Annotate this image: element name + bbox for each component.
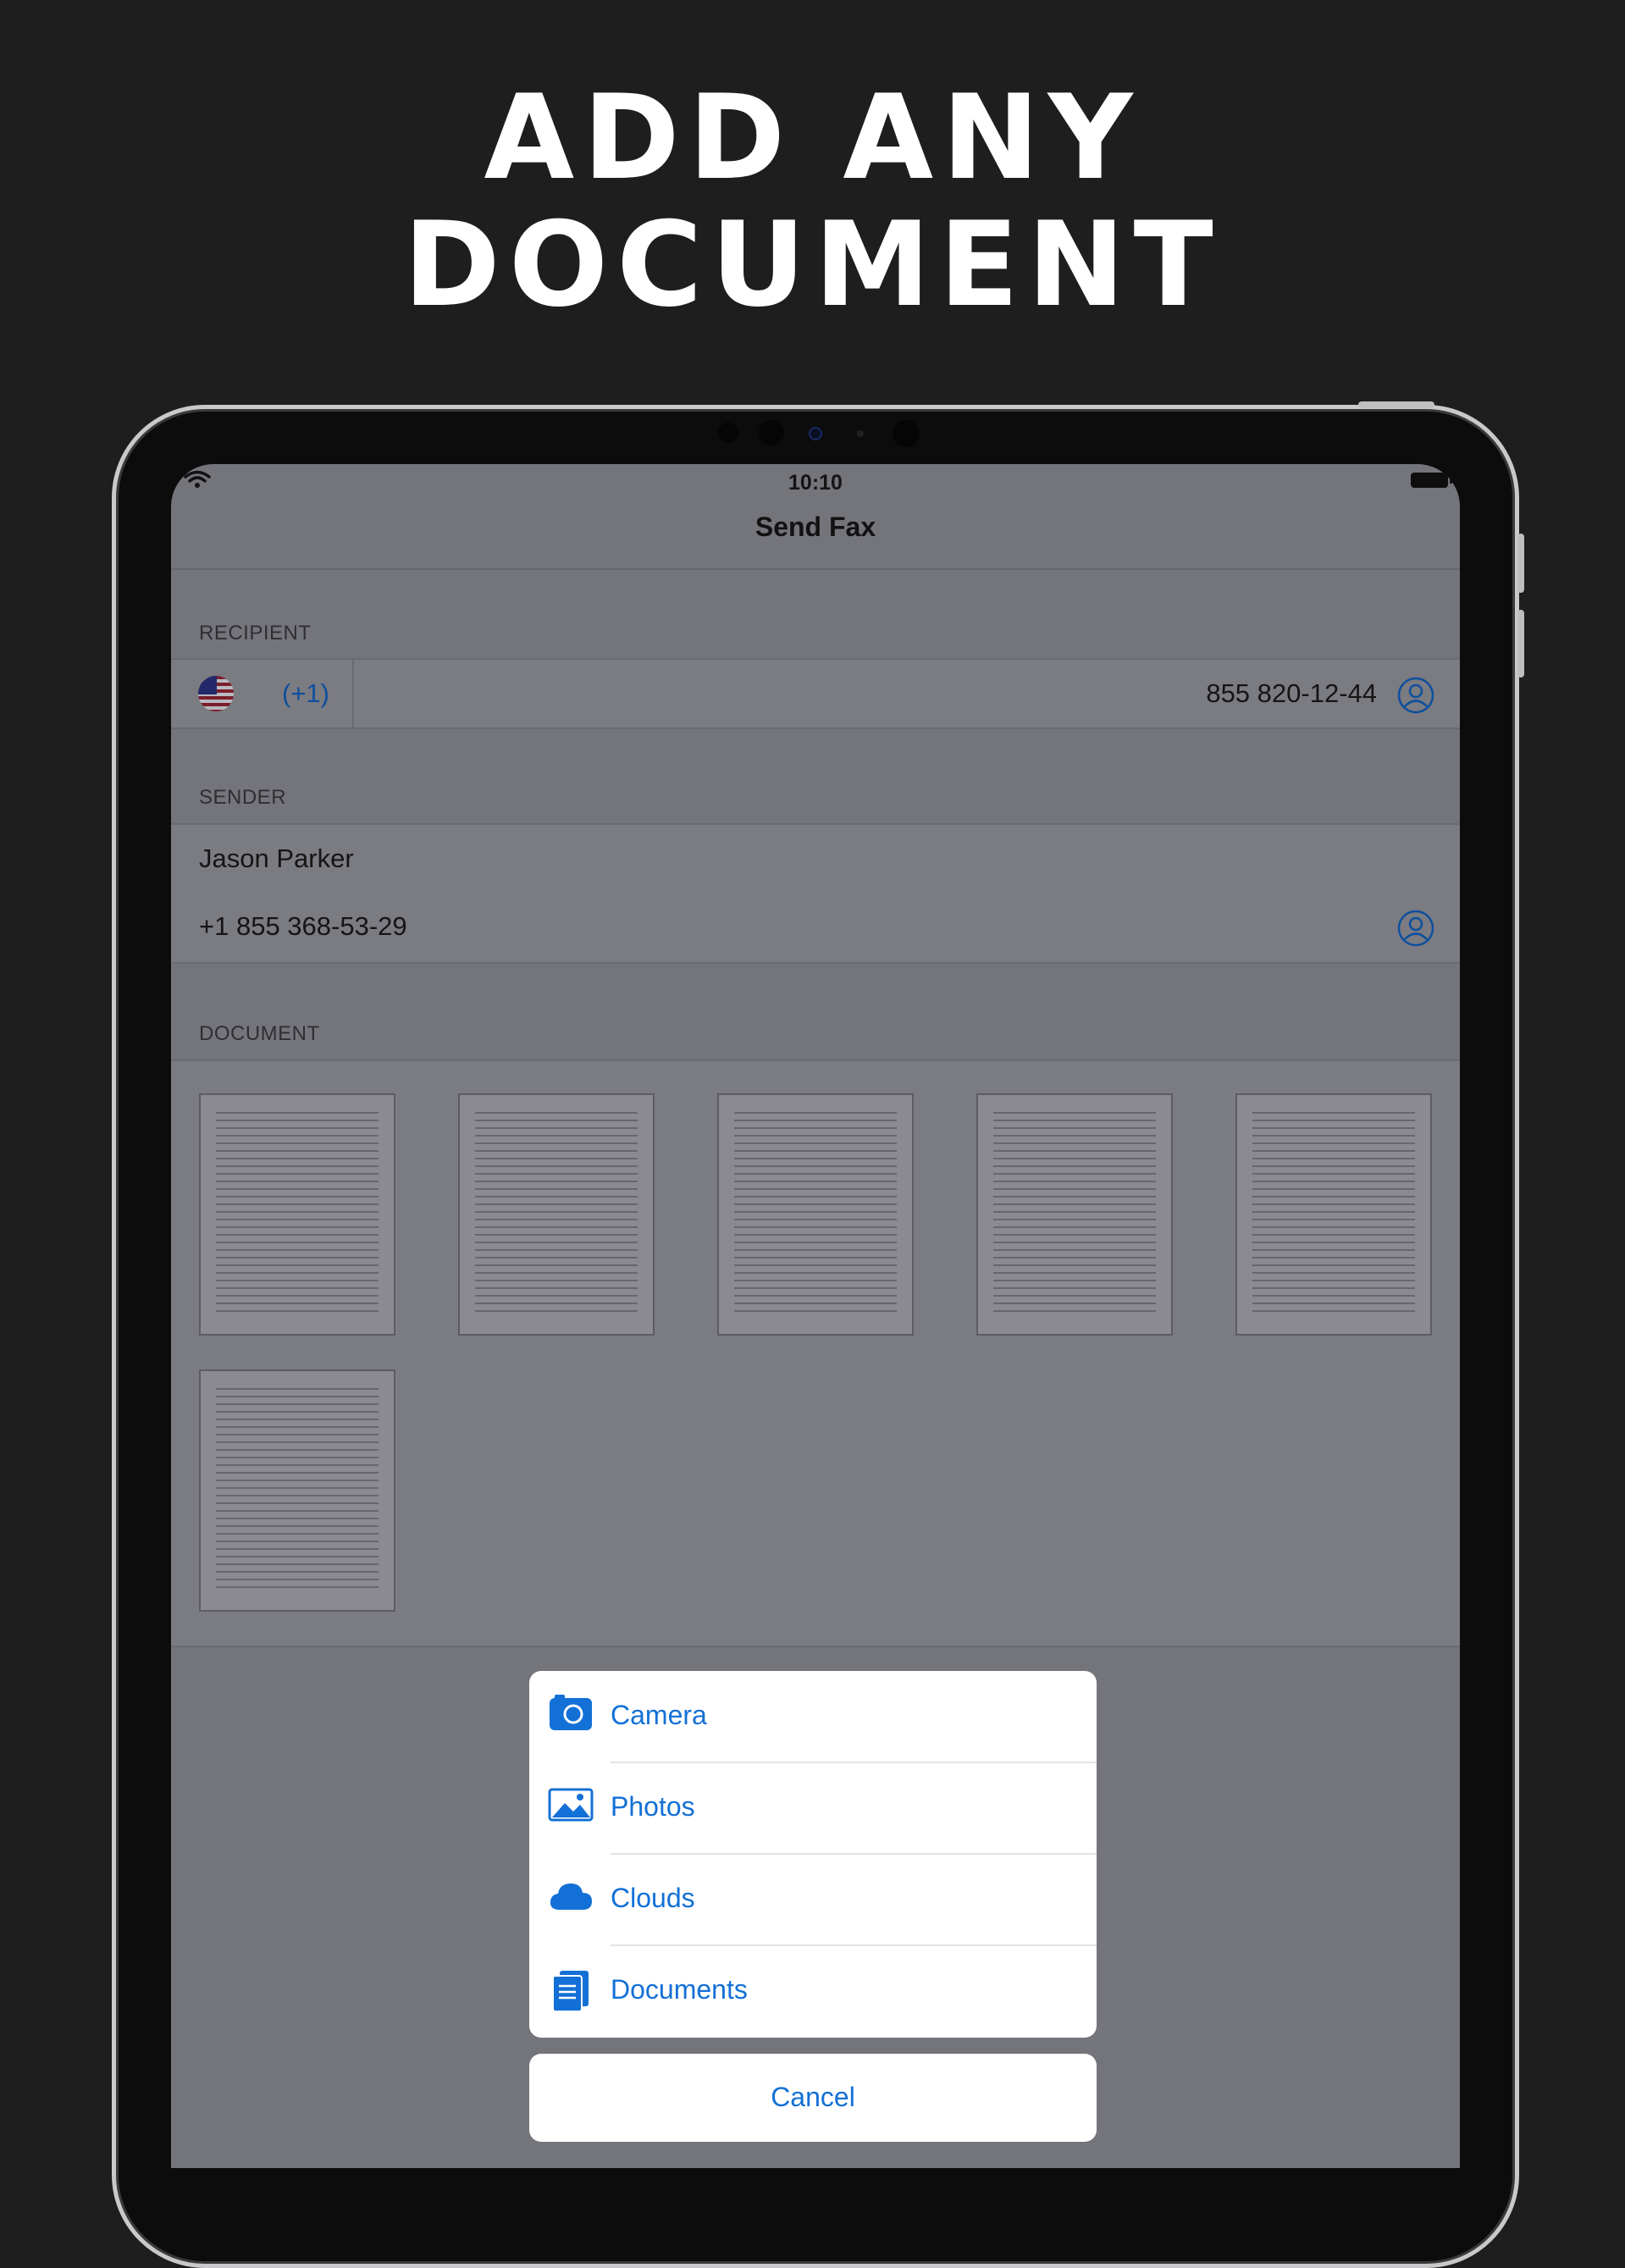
cancel-button-label: Cancel xyxy=(771,2082,855,2112)
power-button xyxy=(1358,401,1434,408)
documents-icon xyxy=(552,1971,589,2011)
camera-option[interactable]: Camera xyxy=(529,1671,1097,1762)
documents-option-label: Documents xyxy=(611,1974,748,2005)
nav-divider xyxy=(171,568,1460,570)
contact-picker-icon[interactable] xyxy=(1397,677,1434,714)
volume-down-button xyxy=(1517,610,1524,678)
us-flag-icon[interactable] xyxy=(198,676,234,711)
recipient-phone-input[interactable]: 855 820-12-44 xyxy=(1206,678,1377,709)
document-section-label: DOCUMENT xyxy=(199,1022,320,1045)
document-thumbnails xyxy=(171,1059,1460,1647)
recipient-section-label: RECIPIENT xyxy=(199,622,312,644)
photos-option-label: Photos xyxy=(611,1791,695,1822)
photos-option[interactable]: Photos xyxy=(529,1762,1097,1854)
contact-picker-icon[interactable] xyxy=(1397,910,1434,947)
document-thumbnail[interactable] xyxy=(1235,1093,1432,1336)
clouds-option-label: Clouds xyxy=(611,1883,695,1913)
document-thumbnail[interactable] xyxy=(199,1093,395,1336)
document-thumbnail[interactable] xyxy=(717,1093,914,1336)
volume-up-button xyxy=(1517,534,1524,593)
sensor-dot xyxy=(857,430,864,437)
document-thumbnail[interactable] xyxy=(199,1369,395,1612)
recipient-row: (+1) 855 820-12-44 xyxy=(171,658,1460,729)
sender-phone-input[interactable]: +1 855 368-53-29 xyxy=(199,911,407,942)
sensor-dot xyxy=(759,420,784,445)
sender-name-input[interactable]: Jason Parker xyxy=(199,844,354,874)
sender-phone-row: +1 855 368-53-29 xyxy=(171,893,1460,964)
page-title: Send Fax xyxy=(754,512,876,542)
headline-line-1: ADD ANY xyxy=(484,69,1141,206)
sender-section-label: SENDER xyxy=(199,786,287,809)
sensor-dot xyxy=(893,420,920,447)
cloud-icon xyxy=(550,1884,592,1910)
cancel-button[interactable]: Cancel xyxy=(529,2054,1097,2142)
camera-icon xyxy=(550,1695,592,1730)
sender-name-row: Jason Parker xyxy=(171,823,1460,894)
document-thumbnail[interactable] xyxy=(458,1093,655,1336)
photos-icon xyxy=(548,1788,594,1822)
headline-line-2: DOCUMENT xyxy=(403,196,1222,333)
headline: ADD ANY DOCUMENT xyxy=(0,75,1625,329)
country-code-button[interactable]: (+1) xyxy=(282,678,329,709)
clouds-option[interactable]: Clouds xyxy=(529,1854,1097,1945)
battery-icon xyxy=(1411,473,1452,488)
camera-option-label: Camera xyxy=(611,1700,707,1730)
document-thumbnail[interactable] xyxy=(976,1093,1173,1336)
documents-option[interactable]: Documents xyxy=(529,1945,1097,2037)
status-time: 10:10 xyxy=(788,471,843,495)
add-document-action-sheet: Camera Photos Clouds Documents xyxy=(529,1671,1097,2038)
front-camera xyxy=(809,427,822,440)
field-divider xyxy=(352,660,354,727)
sensor-dot xyxy=(718,423,738,443)
